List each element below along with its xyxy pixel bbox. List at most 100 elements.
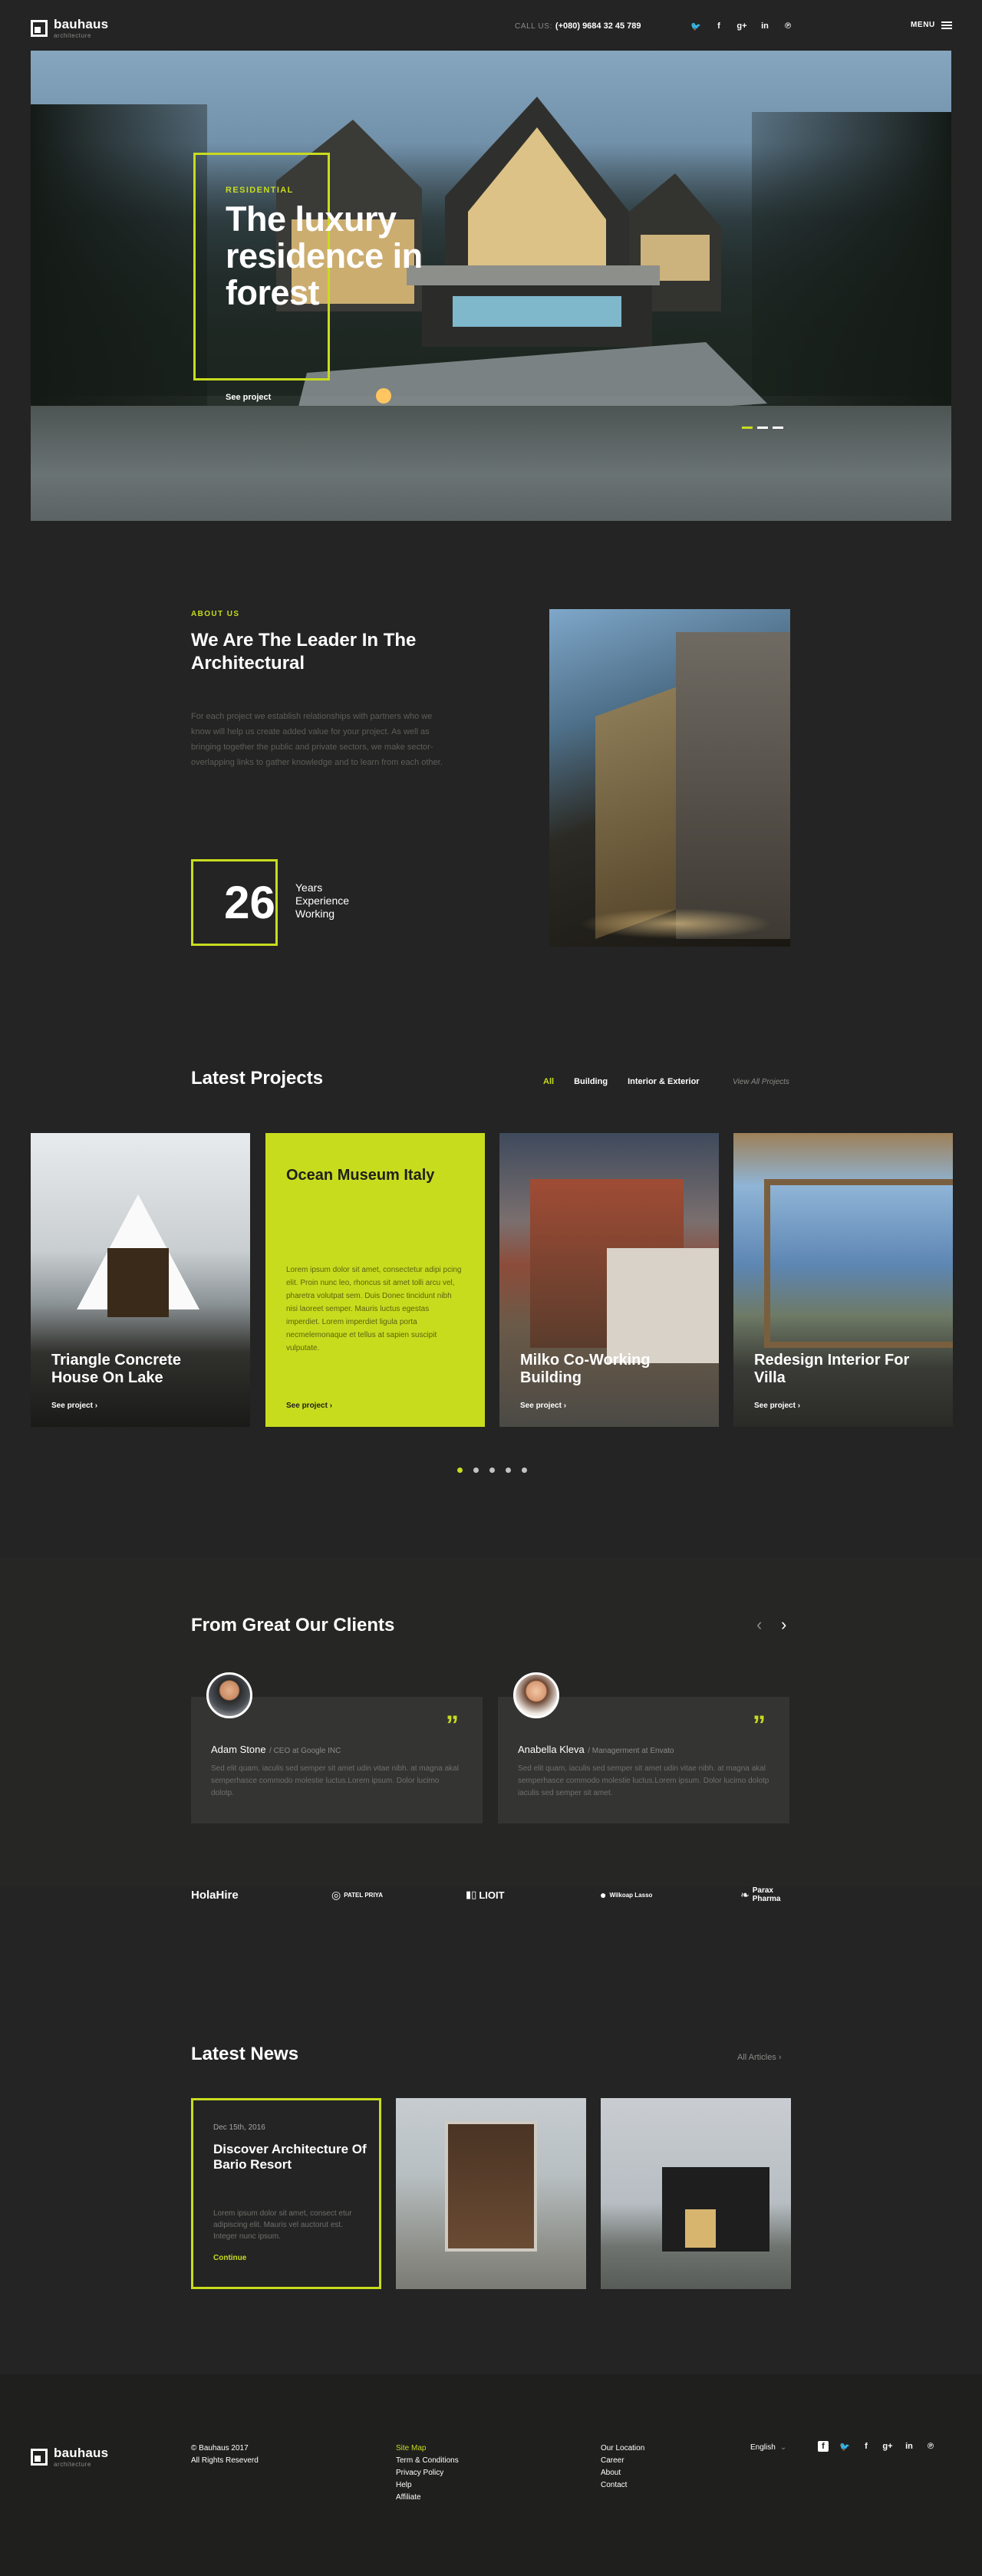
circle-icon: ◎ bbox=[331, 1888, 341, 1901]
facebook-icon[interactable]: f bbox=[861, 2441, 872, 2452]
prev-arrow-icon[interactable]: ‹ bbox=[756, 1615, 762, 1635]
footer-link[interactable]: Help bbox=[396, 2479, 459, 2492]
google-plus-icon[interactable]: g+ bbox=[882, 2441, 893, 2452]
menu-toggle[interactable]: MENU bbox=[911, 21, 952, 29]
logo-text: bauhaus bbox=[54, 2446, 109, 2460]
footer-links-1: Site Map Term & Conditions Privacy Polic… bbox=[396, 2443, 459, 2504]
twitter-icon[interactable]: 🐦 bbox=[839, 2441, 850, 2452]
page-dot[interactable] bbox=[489, 1468, 495, 1473]
author-role: Managerment at Envato bbox=[592, 1747, 674, 1755]
footer-link[interactable]: Contact bbox=[601, 2479, 644, 2492]
all-articles-link[interactable]: All Articles › bbox=[737, 2053, 781, 2062]
about-label: ABOUT US bbox=[191, 610, 240, 618]
slide-dot[interactable] bbox=[757, 427, 768, 429]
filter-building[interactable]: Building bbox=[574, 1077, 608, 1086]
next-arrow-icon[interactable]: › bbox=[781, 1615, 786, 1635]
projects-pagination bbox=[457, 1468, 527, 1473]
about-title: We Are The Leader In The Architectural bbox=[191, 630, 417, 674]
project-card[interactable]: Milko Co-Working Building See project › bbox=[499, 1133, 719, 1427]
footer-link[interactable]: Site Map bbox=[396, 2443, 459, 2455]
testimonial-text: Sed elit quam, iaculis sed semper sit am… bbox=[211, 1764, 459, 1797]
clients-title: From Great Our Clients bbox=[191, 1615, 395, 1636]
news-image[interactable] bbox=[396, 2098, 586, 2289]
logo-mark-icon bbox=[31, 19, 48, 37]
copyright: © Bauhaus 2017 bbox=[191, 2444, 249, 2452]
facebook-square-icon[interactable]: f bbox=[818, 2441, 829, 2452]
page-dot[interactable] bbox=[522, 1468, 527, 1473]
news-card[interactable]: Dec 15th, 2016 Discover Architecture Of … bbox=[191, 2098, 381, 2289]
phone-number[interactable]: (+080) 9684 32 45 789 bbox=[555, 21, 641, 31]
testimonial-author: Adam Stone / CEO at Google INC bbox=[211, 1744, 341, 1755]
pinterest-icon[interactable]: ℗ bbox=[925, 2441, 936, 2452]
footer-social: f 🐦 f g+ in ℗ bbox=[818, 2441, 936, 2452]
footer-link[interactable]: Our Location bbox=[601, 2443, 644, 2455]
years-counter: 26 bbox=[191, 859, 278, 946]
slide-dot[interactable] bbox=[773, 427, 783, 429]
logo-subtitle: architecture bbox=[54, 32, 91, 39]
call-us: CALL US: (+080) 9684 32 45 789 bbox=[515, 21, 641, 31]
brand-logo: ▮▯ LIOIT bbox=[466, 1889, 505, 1901]
view-all-projects-link[interactable]: View All Projects bbox=[733, 1078, 789, 1086]
project-card[interactable]: Ocean Museum Italy Lorem ipsum dolor sit… bbox=[265, 1133, 485, 1427]
news-image[interactable] bbox=[601, 2098, 791, 2289]
facebook-icon[interactable]: f bbox=[713, 21, 724, 31]
twitter-icon[interactable]: 🐦 bbox=[690, 21, 701, 31]
see-project-link[interactable]: See project › bbox=[286, 1402, 332, 1410]
quote-icon: ” bbox=[753, 1711, 766, 1740]
hero-slider-dots bbox=[742, 427, 783, 429]
filter-all[interactable]: All bbox=[543, 1077, 554, 1086]
project-card[interactable]: Triangle Concrete House On Lake See proj… bbox=[31, 1133, 250, 1427]
hero-title: The luxury residence in forest bbox=[226, 199, 423, 312]
news-excerpt: Lorem ipsum dolor sit amet, consect etur… bbox=[213, 2209, 352, 2241]
testimonial-author: Anabella Kleva / Managerment at Envato bbox=[518, 1744, 674, 1755]
brand-logo: ● Wilkoap Lasso bbox=[600, 1889, 653, 1901]
project-filters: All Building Interior & Exterior bbox=[543, 1077, 700, 1086]
years-caption: Years Experience Working bbox=[295, 881, 350, 920]
language-select[interactable]: English ⌄ bbox=[750, 2443, 786, 2452]
footer-link[interactable]: About bbox=[601, 2467, 644, 2479]
slide-dot[interactable] bbox=[742, 427, 753, 429]
rights: All Rights Reseverd bbox=[191, 2456, 259, 2465]
see-project-link[interactable]: See project › bbox=[51, 1402, 97, 1410]
chevron-right-icon: › bbox=[778, 2053, 782, 2062]
page-dot[interactable] bbox=[506, 1468, 511, 1473]
footer-link[interactable]: Privacy Policy bbox=[396, 2467, 459, 2479]
project-title: Milko Co-Working Building bbox=[520, 1352, 651, 1386]
call-label: CALL US: bbox=[515, 21, 552, 31]
about-text: For each project we establish relationsh… bbox=[191, 712, 443, 767]
brand-logo: HolaHire bbox=[191, 1888, 239, 1902]
news-headline[interactable]: Discover Architecture Of Bario Resort bbox=[213, 2142, 367, 2172]
logo[interactable]: bauhaus architecture bbox=[31, 17, 108, 39]
menu-label: MENU bbox=[911, 21, 935, 29]
footer-logo[interactable]: bauhaus architecture bbox=[31, 2446, 108, 2468]
see-project-link[interactable]: See project › bbox=[520, 1402, 566, 1410]
page-dot[interactable] bbox=[457, 1468, 463, 1473]
linkedin-icon[interactable]: in bbox=[760, 21, 770, 31]
filter-interior-exterior[interactable]: Interior & Exterior bbox=[628, 1077, 700, 1086]
continue-link[interactable]: Continue bbox=[213, 2254, 246, 2262]
logo-subtitle: architecture bbox=[54, 2461, 91, 2468]
chevron-down-icon: ⌄ bbox=[779, 2443, 787, 2452]
page-dot[interactable] bbox=[473, 1468, 479, 1473]
site-footer bbox=[0, 2374, 982, 2576]
leaf-icon: ❧ bbox=[740, 1888, 750, 1901]
about-building-image bbox=[549, 609, 790, 947]
project-title: Redesign Interior For Villa bbox=[754, 1352, 910, 1386]
chevron-right-icon: › bbox=[94, 1402, 98, 1410]
chevron-right-icon: › bbox=[797, 1402, 801, 1410]
hero-see-project-link[interactable]: See project bbox=[226, 393, 271, 402]
project-description: Lorem ipsum dolor sit amet, consectetur … bbox=[286, 1266, 462, 1352]
see-project-link[interactable]: See project › bbox=[754, 1402, 800, 1410]
pinterest-icon[interactable]: ℗ bbox=[783, 21, 793, 31]
avatar bbox=[513, 1672, 559, 1718]
quote-icon: ” bbox=[446, 1711, 459, 1740]
author-name: Anabella Kleva bbox=[518, 1744, 585, 1755]
footer-link[interactable]: Affiliate bbox=[396, 2492, 459, 2504]
testimonial-text: Sed elit quam, iaculis sed semper sit am… bbox=[518, 1764, 769, 1797]
footer-link[interactable]: Career bbox=[601, 2455, 644, 2467]
linkedin-icon[interactable]: in bbox=[904, 2441, 914, 2452]
project-card[interactable]: Redesign Interior For Villa See project … bbox=[733, 1133, 953, 1427]
news-title: Latest News bbox=[191, 2044, 299, 2064]
footer-link[interactable]: Term & Conditions bbox=[396, 2455, 459, 2467]
google-plus-icon[interactable]: g+ bbox=[736, 21, 747, 31]
